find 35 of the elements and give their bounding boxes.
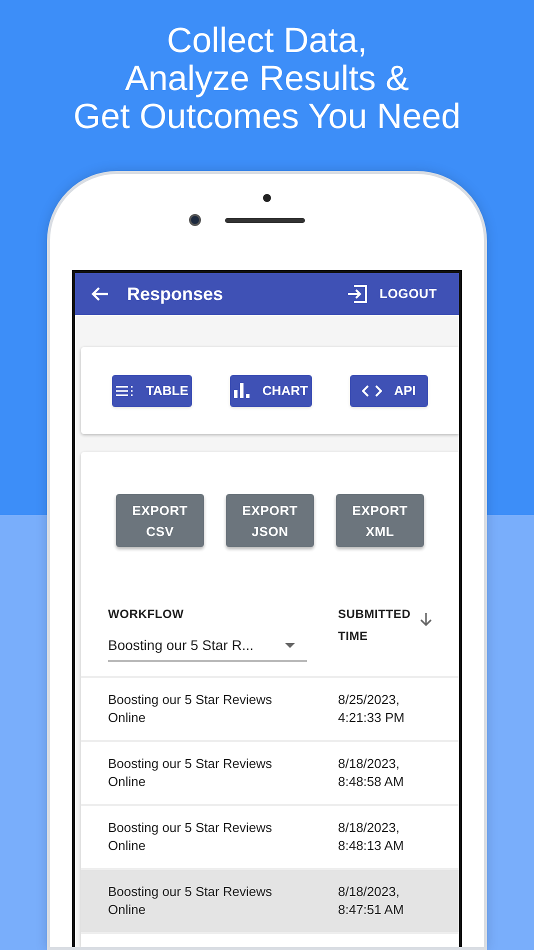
camera-icon <box>263 194 271 202</box>
logout-icon <box>347 285 368 303</box>
view-button[interactable]: TABLE <box>112 374 192 406</box>
column-header: WORKFLOW <box>108 606 185 623</box>
table-row[interactable]: Boosting our 5 Star Reviews Online 8/25/2023, 4:21:33 PM <box>81 678 459 742</box>
column-header[interactable]: SUBMITTED TIME <box>338 603 418 647</box>
time-cell-text: 8/18/2023, 8:48:58 AM <box>338 755 405 791</box>
workflow-cell-text: Boosting our 5 Star Reviews Online <box>108 819 274 855</box>
workflow-cell-text: Boosting our 5 Star Reviews Online <box>108 883 274 919</box>
headline: Collect Data, <box>166 22 368 60</box>
back-arrow-icon[interactable] <box>91 286 109 302</box>
code-icon <box>362 384 382 396</box>
logout-button[interactable]: LOGOUT <box>347 284 443 304</box>
table-row[interactable]: Boosting our 5 Star Reviews Online 8/18/2023, 8:48:13 AM <box>81 806 459 870</box>
workflow-select[interactable]: Boosting our 5 Star R... <box>108 635 307 662</box>
time-cell-text: 8/25/2023, 4:21:33 PM <box>338 691 406 727</box>
headline: Get Outcomes You Need <box>73 98 461 136</box>
sort-arrow-icon[interactable] <box>420 613 432 626</box>
workflow-cell-text: Boosting our 5 Star Reviews Online <box>108 691 274 727</box>
export-button[interactable]: EXPORT CSV <box>116 494 204 547</box>
bar-chart-icon <box>234 383 250 398</box>
export-button[interactable]: EXPORT JSON <box>226 494 314 547</box>
lens-icon <box>189 214 201 226</box>
view-button[interactable]: API <box>350 374 428 406</box>
list-icon <box>116 384 134 396</box>
headline: Analyze Results & <box>124 60 410 98</box>
workflow-cell-text: Boosting our 5 Star Reviews Online <box>108 755 274 791</box>
view-button[interactable]: CHART <box>230 374 312 406</box>
screen-title: Responses <box>127 282 224 306</box>
dropdown-caret-icon <box>285 643 295 648</box>
table-row[interactable]: Boosting our 5 Star Reviews Online 8/18/2023, 8:47:51 AM <box>81 870 459 934</box>
table-row[interactable]: Boosting our 5 Star Reviews Online 8/18/2023, 8:48:58 AM <box>81 742 459 806</box>
export-button[interactable]: EXPORT XML <box>336 494 424 547</box>
time-cell-text: 8/18/2023, 8:47:51 AM <box>338 883 405 919</box>
time-cell-text: 8/18/2023, 8:48:13 AM <box>338 819 405 855</box>
